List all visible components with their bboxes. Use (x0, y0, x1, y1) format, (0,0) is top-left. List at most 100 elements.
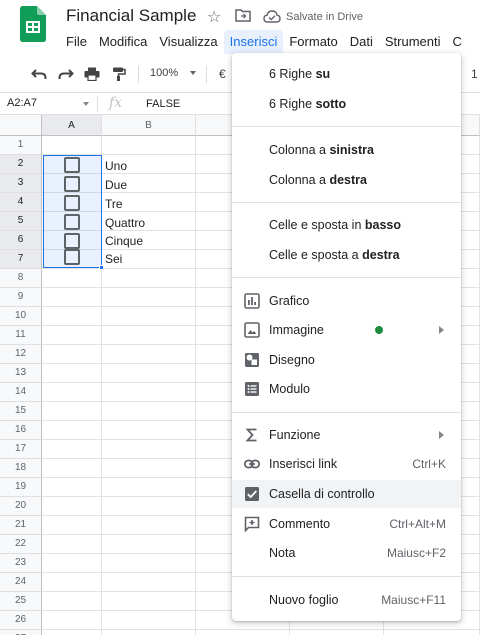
menubar: File Modifica Visualizza Inserisci Forma… (60, 30, 468, 54)
row-header[interactable]: 5 (0, 212, 42, 231)
menu-strumenti[interactable]: Strumenti (379, 30, 447, 54)
menu-item-image[interactable]: Immagine (232, 316, 461, 344)
save-status[interactable]: Salvate in Drive (286, 11, 363, 23)
formula-input[interactable]: FALSE (146, 98, 180, 110)
new-feature-dot (375, 326, 383, 334)
row-header[interactable]: 22 (0, 535, 42, 554)
select-all-corner[interactable] (0, 115, 42, 136)
shortcut-hint: Ctrl+K (412, 457, 446, 471)
menu-item-function[interactable]: Funzione (232, 421, 461, 449)
checkbox[interactable] (64, 195, 80, 211)
menu-item-column-left[interactable]: Colonna a sinistra (232, 136, 461, 164)
row-header[interactable]: 17 (0, 440, 42, 459)
name-box[interactable]: A2:A7 (7, 97, 37, 109)
row-header[interactable]: 9 (0, 288, 42, 307)
row-header[interactable]: 4 (0, 193, 42, 212)
menu-item-rows-above[interactable]: 6 Righe su (232, 60, 461, 88)
menu-inserisci[interactable]: Inserisci (223, 30, 284, 54)
row-header[interactable]: 14 (0, 383, 42, 402)
paint-format-icon[interactable] (111, 67, 127, 81)
print-icon[interactable] (84, 67, 100, 81)
row-header[interactable]: 21 (0, 516, 42, 535)
menu-item-comment[interactable]: Commento Ctrl+Alt+M (232, 510, 461, 538)
menu-formato[interactable]: Formato (283, 30, 343, 54)
currency-format-button[interactable]: € (219, 67, 226, 81)
chart-icon (244, 293, 260, 309)
cell-b6[interactable]: Cinque (105, 234, 143, 248)
menu-item-cells-shift-right[interactable]: Celle e sposta a destra (232, 241, 461, 269)
menu-item-insert-link[interactable]: Inserisci link Ctrl+K (232, 450, 461, 478)
row-header[interactable]: 18 (0, 459, 42, 478)
menu-cut-off[interactable]: C (447, 30, 468, 54)
document-title[interactable]: Financial Sample (66, 6, 196, 26)
checkbox[interactable] (64, 214, 80, 230)
row-header[interactable]: 3 (0, 174, 42, 193)
cloud-saved-icon[interactable] (263, 10, 281, 23)
checkbox[interactable] (64, 233, 80, 249)
checkbox[interactable] (64, 176, 80, 192)
fill-handle[interactable] (99, 265, 104, 270)
menu-item-column-right[interactable]: Colonna a destra (232, 166, 461, 194)
column-gridline (195, 136, 196, 635)
cell-b5[interactable]: Quattro (105, 216, 145, 230)
row-header[interactable]: 6 (0, 231, 42, 250)
insert-menu-dropdown: 6 Righe su 6 Righe sotto Colonna a sinis… (232, 53, 461, 621)
column-header-a[interactable]: A (42, 115, 102, 136)
row-header[interactable]: 23 (0, 554, 42, 573)
menu-item-cells-shift-down[interactable]: Celle e sposta in basso (232, 211, 461, 239)
row-header[interactable]: 7 (0, 250, 42, 269)
menu-item-new-sheet[interactable]: Nuovo foglio Maiusc+F11 (232, 586, 461, 614)
shortcut-hint: Maiusc+F2 (386, 546, 446, 560)
menu-dati[interactable]: Dati (344, 30, 379, 54)
move-to-folder-icon[interactable] (235, 9, 251, 22)
cell-b3[interactable]: Due (105, 178, 127, 192)
row-header[interactable]: 20 (0, 497, 42, 516)
submenu-arrow-icon (439, 431, 444, 439)
fx-icon: fx (109, 95, 123, 111)
cell-b7[interactable]: Sei (105, 252, 122, 266)
row-header[interactable]: 25 (0, 592, 42, 611)
star-icon[interactable]: ☆ (207, 7, 221, 27)
menu-visualizza[interactable]: Visualizza (153, 30, 223, 54)
row-header[interactable]: 11 (0, 326, 42, 345)
menu-separator (232, 412, 461, 413)
cell-b4[interactable]: Tre (105, 197, 123, 211)
sheets-logo-icon[interactable] (20, 6, 46, 42)
menu-item-rows-below[interactable]: 6 Righe sotto (232, 90, 461, 118)
checkbox[interactable] (64, 157, 80, 173)
form-icon (245, 382, 259, 396)
menu-separator (232, 576, 461, 577)
row-header[interactable]: 1 (0, 136, 42, 155)
sigma-icon (245, 428, 257, 442)
row-header[interactable]: 2 (0, 155, 42, 174)
checkbox[interactable] (64, 249, 80, 265)
zoom-select[interactable]: 100% (150, 67, 178, 79)
row-header[interactable]: 8 (0, 269, 42, 288)
undo-icon[interactable] (31, 67, 47, 81)
row-header[interactable]: 12 (0, 345, 42, 364)
menu-item-note[interactable]: Nota Maiusc+F2 (232, 539, 461, 567)
menu-item-form[interactable]: Modulo (232, 375, 461, 403)
row-header[interactable]: 15 (0, 402, 42, 421)
app-header: Financial Sample ☆ Salvate in Drive File… (0, 0, 480, 56)
menu-modifica[interactable]: Modifica (93, 30, 153, 54)
link-icon (244, 459, 260, 469)
menu-item-checkbox[interactable]: Casella di controllo (232, 480, 461, 508)
row-header[interactable]: 27 (0, 630, 42, 635)
font-size-input[interactable]: 1 (471, 67, 478, 81)
row-header[interactable]: 16 (0, 421, 42, 440)
row-header[interactable]: 13 (0, 364, 42, 383)
redo-icon[interactable] (58, 67, 74, 81)
row-header[interactable]: 26 (0, 611, 42, 630)
row-header[interactable]: 19 (0, 478, 42, 497)
menu-item-drawing[interactable]: Disegno (232, 346, 461, 374)
chevron-down-icon[interactable] (83, 102, 89, 106)
row-header[interactable]: 10 (0, 307, 42, 326)
menu-item-chart[interactable]: Grafico (232, 287, 461, 315)
chevron-down-icon[interactable] (190, 71, 196, 75)
menu-file[interactable]: File (60, 30, 93, 54)
row-header[interactable]: 24 (0, 573, 42, 592)
image-icon (244, 322, 260, 338)
column-header-b[interactable]: B (102, 115, 196, 136)
cell-b2[interactable]: Uno (105, 159, 127, 173)
